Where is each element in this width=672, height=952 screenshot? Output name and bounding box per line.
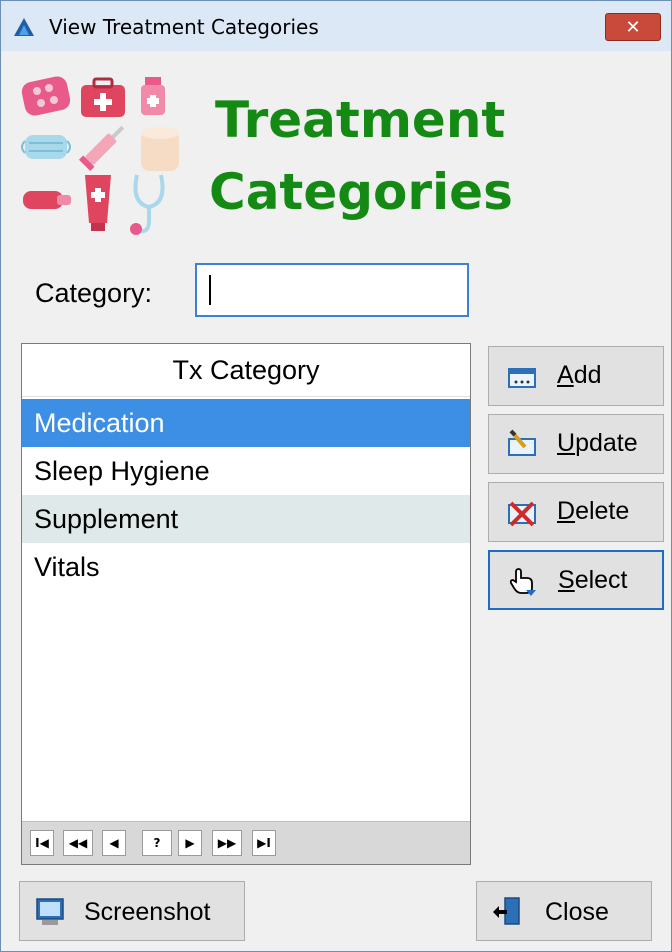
title-bar: View Treatment Categories ✕ xyxy=(1,1,671,51)
text-caret xyxy=(209,275,211,305)
nav-last-button[interactable]: ▶I xyxy=(252,830,276,856)
treatment-categories-window: View Treatment Categories ✕ Treatment Ca… xyxy=(0,0,672,952)
delete-button-label: Delete xyxy=(557,497,630,525)
screenshot-button[interactable]: Screenshot xyxy=(19,881,245,941)
window-title: View Treatment Categories xyxy=(49,15,319,39)
exit-door-icon xyxy=(493,897,520,925)
edit-icon xyxy=(508,429,536,456)
window-close-button[interactable]: ✕ xyxy=(605,13,661,41)
table-row[interactable]: Medication xyxy=(22,399,470,447)
table-row[interactable]: Supplement xyxy=(22,495,470,543)
add-icon xyxy=(508,368,536,388)
nav-next-button[interactable]: ▶ xyxy=(178,830,202,856)
category-grid[interactable]: Tx Category Medication Sleep Hygiene Sup… xyxy=(21,343,471,865)
add-button[interactable]: Add xyxy=(488,346,664,406)
select-button-label: Select xyxy=(558,566,628,594)
nav-refresh-button[interactable]: ? xyxy=(142,830,172,856)
nav-first-button[interactable]: I◀ xyxy=(30,830,54,856)
select-button[interactable]: Select xyxy=(488,550,664,610)
add-button-label: Add xyxy=(557,361,602,389)
update-button[interactable]: Update xyxy=(488,414,664,474)
delete-icon xyxy=(508,501,536,527)
close-icon: ✕ xyxy=(625,16,641,38)
category-label: Category: xyxy=(35,278,153,308)
app-triangle-icon xyxy=(14,18,34,36)
nav-prior-button[interactable]: ◀ xyxy=(102,830,126,856)
hand-pointer-icon xyxy=(509,568,536,596)
record-navigator: I◀ ◀◀ ◀ ? ▶ ▶▶ ▶I xyxy=(22,821,470,864)
grid-column-header[interactable]: Tx Category xyxy=(22,344,470,397)
nav-next-page-button[interactable]: ▶▶ xyxy=(212,830,242,856)
table-row[interactable]: Sleep Hygiene xyxy=(22,447,470,495)
category-input-box[interactable] xyxy=(195,263,469,317)
nav-prior-page-button[interactable]: ◀◀ xyxy=(63,830,93,856)
close-button-label: Close xyxy=(545,898,609,926)
update-button-label: Update xyxy=(557,429,638,457)
close-button[interactable]: Close xyxy=(476,881,652,941)
screenshot-button-label: Screenshot xyxy=(84,898,211,926)
page-title-line-2: Categories xyxy=(209,163,513,221)
category-input[interactable] xyxy=(197,265,467,315)
table-row[interactable]: Vitals xyxy=(22,543,470,591)
page-title-line-1: Treatment xyxy=(215,91,506,149)
delete-button[interactable]: Delete xyxy=(488,482,664,542)
monitor-icon xyxy=(36,898,64,925)
medical-supplies-icon xyxy=(21,76,179,235)
